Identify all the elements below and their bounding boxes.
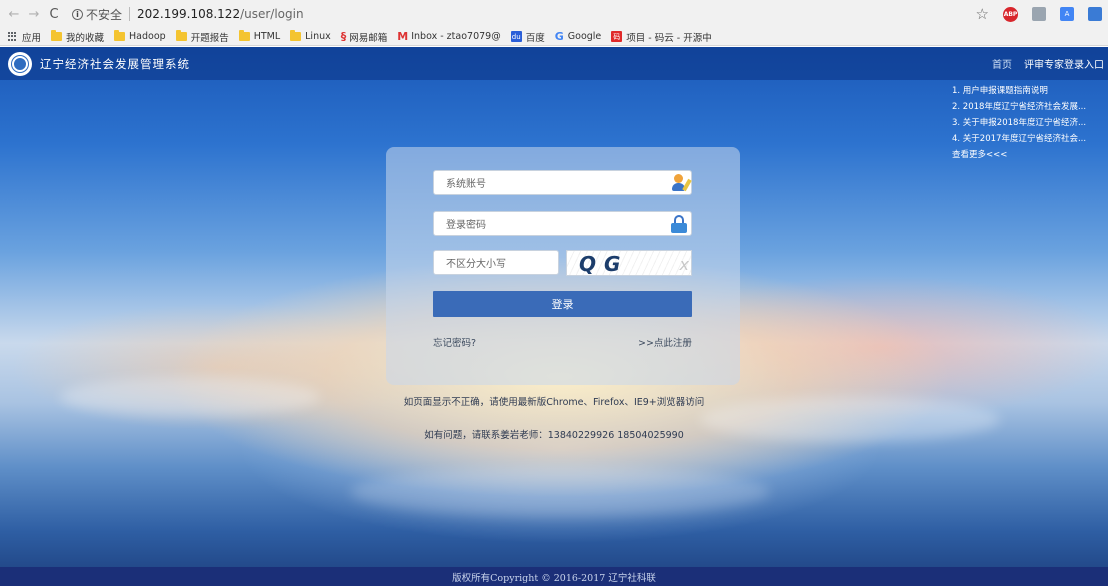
- news-list: 1. 用户申报课题指南说明 2. 2018年度辽宁省经济社会发展... 3. 关…: [952, 83, 1102, 163]
- bookmark-folder[interactable]: HTML: [238, 30, 281, 42]
- news-item[interactable]: 1. 用户申报课题指南说明: [952, 83, 1102, 99]
- site-logo-icon[interactable]: [8, 51, 32, 76]
- url-separator: [129, 7, 131, 21]
- password-input[interactable]: 登录密码: [433, 211, 692, 236]
- folder-icon: [238, 30, 250, 41]
- bookmark-label: Inbox - ztao7079@: [411, 31, 501, 42]
- security-label: 不安全: [86, 7, 123, 22]
- bookmark-label: Linux: [305, 31, 331, 42]
- info-icon: i: [72, 8, 83, 20]
- contact-notice: 如有问题，请联系姜岩老师：13840229926 18504025990: [424, 430, 684, 441]
- username-input[interactable]: 系统账号: [433, 170, 692, 195]
- bookmark-star-icon[interactable]: ☆: [976, 5, 989, 23]
- bookmark-label: Google: [567, 31, 602, 42]
- captcha-text: QG: [579, 252, 629, 276]
- username-placeholder: 系统账号: [446, 179, 486, 190]
- bookmark-label: 百度: [525, 32, 545, 44]
- bookmarks-bar: 应用 我的收藏 Hadoop 开题报告 HTML Linux § 网易邮箱 M In…: [0, 28, 1108, 46]
- baidu-icon: du: [510, 31, 522, 42]
- url-host: 202.199.108.122: [137, 7, 241, 21]
- bookmark-folder[interactable]: Linux: [290, 30, 331, 42]
- captcha-placeholder: 不区分大小写: [446, 259, 506, 270]
- forgot-password-link[interactable]: 忘记密码?: [433, 335, 476, 349]
- nav-expert-login-link[interactable]: 评审专家登录入口: [1024, 56, 1104, 71]
- bookmark-label: HTML: [253, 31, 281, 42]
- browser-notice: 如页面显示不正确，请使用最新版Chrome、Firefox、IE9+浏览器访问: [403, 397, 705, 408]
- bookmark-label: 应用: [22, 32, 42, 44]
- bookmark-gmail[interactable]: M Inbox - ztao7079@: [397, 30, 500, 43]
- folder-icon: [114, 30, 126, 41]
- extension-blue-icon[interactable]: [1088, 7, 1102, 21]
- news-item[interactable]: 2. 2018年度辽宁省经济社会发展...: [952, 99, 1102, 115]
- bookmark-netease-mail[interactable]: § 网易邮箱: [341, 30, 388, 44]
- login-page: 辽宁经济社会发展管理系统 首页 评审专家登录入口 1. 用户申报课题指南说明 2…: [0, 47, 1108, 586]
- url-field[interactable]: 202.199.108.122/user/login: [137, 7, 304, 21]
- back-arrow-icon[interactable]: ←: [6, 5, 22, 23]
- gitee-icon: 码: [611, 31, 623, 42]
- bookmark-folder[interactable]: 我的收藏: [51, 30, 104, 44]
- footer-copyright: 版权所有Copyright © 2016-2017 辽宁社科联: [0, 567, 1108, 586]
- bookmark-folder[interactable]: 开题报告: [175, 30, 229, 44]
- url-path: /user/login: [240, 7, 304, 21]
- password-placeholder: 登录密码: [446, 220, 486, 231]
- bookmark-apps[interactable]: 应用: [8, 30, 41, 44]
- folder-icon: [175, 30, 187, 41]
- folder-icon: [51, 30, 63, 41]
- bookmark-label: 开题报告: [190, 32, 229, 44]
- reload-icon[interactable]: C: [46, 5, 62, 23]
- news-more-link[interactable]: 查看更多<<<: [952, 147, 1102, 163]
- browser-toolbar-right: ☆ ABP A: [976, 5, 1102, 23]
- bookmark-label: 项目 - 码云 - 开源中: [626, 32, 712, 44]
- background-cloud: [350, 467, 770, 517]
- extension-icon[interactable]: [1032, 7, 1046, 21]
- gmail-icon: M: [397, 30, 409, 43]
- register-link[interactable]: >>点此注册: [638, 335, 692, 349]
- browser-address-bar: ← → C i 不安全 202.199.108.122/user/login ☆…: [0, 0, 1108, 28]
- top-nav-links: 首页 评审专家登录入口: [992, 47, 1104, 80]
- bookmark-folder[interactable]: Hadoop: [114, 30, 166, 42]
- news-item[interactable]: 4. 关于2017年度辽宁省经济社会...: [952, 131, 1102, 147]
- folder-icon: [290, 30, 302, 41]
- netease-mail-icon: §: [340, 30, 347, 43]
- lock-icon: [669, 214, 689, 234]
- bookmark-gitee[interactable]: 码项目 - 码云 - 开源中: [611, 30, 712, 44]
- bookmark-baidu[interactable]: du 百度: [510, 30, 545, 44]
- site-title: 辽宁经济社会发展管理系统: [40, 56, 190, 71]
- news-item[interactable]: 3. 关于申报2018年度辽宁省经济...: [952, 115, 1102, 131]
- bookmark-label: 我的收藏: [66, 32, 105, 44]
- captcha-faded-text: x: [679, 255, 689, 274]
- bookmark-label: 网易邮箱: [349, 32, 388, 44]
- top-navigation: 辽宁经济社会发展管理系统 首页 评审专家登录入口: [0, 47, 1108, 80]
- adblock-plus-icon[interactable]: ABP: [1003, 6, 1018, 22]
- nav-home-link[interactable]: 首页: [992, 56, 1012, 71]
- user-icon: [669, 173, 692, 193]
- bookmark-label: Hadoop: [129, 31, 166, 42]
- login-button[interactable]: 登录: [433, 291, 692, 317]
- captcha-input[interactable]: 不区分大小写: [433, 250, 559, 275]
- google-icon: G: [554, 30, 564, 43]
- login-form: 系统账号 登录密码 不区分大小写 QG x 登录 忘记密码? >>点此注册: [386, 147, 740, 385]
- bookmark-google[interactable]: G Google: [555, 30, 602, 43]
- security-indicator[interactable]: i 不安全: [72, 6, 122, 23]
- captcha-image[interactable]: QG x: [566, 250, 692, 276]
- translate-extension-icon[interactable]: A: [1060, 7, 1074, 21]
- forward-arrow-icon[interactable]: →: [26, 5, 42, 23]
- apps-icon: [8, 31, 18, 42]
